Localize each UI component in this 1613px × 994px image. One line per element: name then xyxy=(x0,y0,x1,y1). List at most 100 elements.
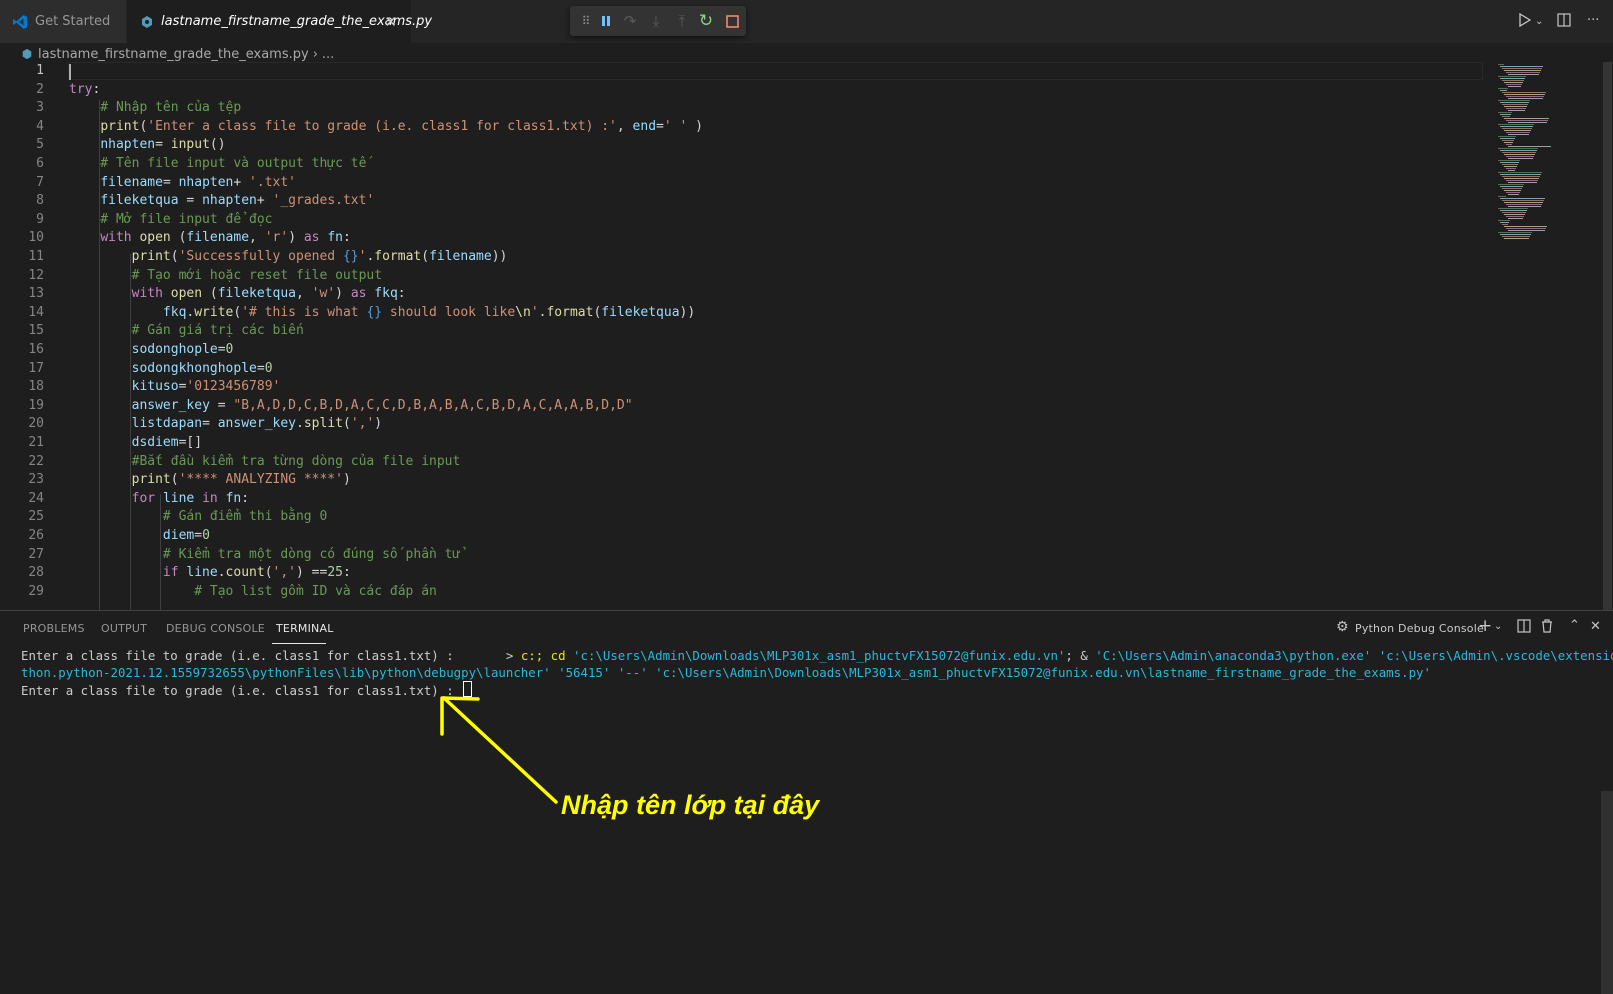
tab-output[interactable]: OUTPUT xyxy=(101,622,147,635)
code-token: # Gán giá trị các biến xyxy=(69,323,304,339)
trash-icon[interactable] xyxy=(1541,619,1553,637)
terminal-output[interactable]: Enter a class file to grade (i.e. class1… xyxy=(21,647,1613,698)
step-over-icon[interactable]: ↷ xyxy=(620,11,640,31)
tab-problems[interactable]: PROBLEMS xyxy=(23,622,85,635)
tab-python-file[interactable]: lastname_firstname_grade_the_exams.py ✕ xyxy=(127,0,432,43)
split-editor-icon[interactable] xyxy=(1557,13,1571,31)
minimap-line xyxy=(1506,156,1534,157)
add-terminal-icon[interactable]: + xyxy=(1478,616,1492,636)
minimap-line xyxy=(1500,114,1511,115)
code-token: , xyxy=(249,230,265,246)
split-terminal-icon[interactable] xyxy=(1517,619,1531,637)
tab-label: Get Started xyxy=(35,14,111,29)
run-icon[interactable] xyxy=(1519,12,1532,31)
code-token: ) xyxy=(687,118,703,134)
code-line: with open (fileketqua, 'w') as fkq: xyxy=(69,286,406,301)
code-line: print('Successfully opened {}'.format(fi… xyxy=(69,249,508,264)
more-actions-icon[interactable]: ··· xyxy=(1587,13,1599,28)
code-token: open xyxy=(170,286,203,302)
debug-toolbar: ⠿ ↷ ⤓ ⤒ ↻ xyxy=(570,6,746,36)
maximize-panel-icon[interactable]: ⌃ xyxy=(1569,618,1580,633)
line-number: 14 xyxy=(28,304,44,320)
close-icon[interactable]: ✕ xyxy=(1590,619,1601,634)
code-token: #Bắt đầu kiểm tra từng dòng của file inp… xyxy=(69,453,461,469)
minimap-line xyxy=(1498,136,1516,137)
breadcrumb-file[interactable]: lastname_firstname_grade_the_exams.py xyxy=(38,47,309,62)
code-token: fkq xyxy=(162,304,187,320)
terminal-scrollbar[interactable] xyxy=(1601,791,1613,994)
line-number: 8 xyxy=(36,193,44,209)
code-token: 0 xyxy=(264,360,273,376)
code-token: '# this is what xyxy=(241,304,367,320)
minimap-line xyxy=(1502,92,1546,93)
line-number: 2 xyxy=(36,81,44,97)
terminal-token: Enter a class file to grade (i.e. class1… xyxy=(21,683,462,698)
minimap-line xyxy=(1498,196,1506,197)
code-editor[interactable]: 1 2 3 4 5 6 7 8 9 10 11 12 13 14 15 16 17 18 19 20 21 22 23 24 2… xyxy=(0,62,1600,610)
minimap-line xyxy=(1508,230,1545,231)
python-file-icon xyxy=(21,48,33,60)
minimap-line xyxy=(1506,132,1530,133)
drag-handle-icon[interactable]: ⠿ xyxy=(576,11,596,31)
minimap[interactable] xyxy=(1494,62,1600,242)
code-token: ' xyxy=(530,304,539,320)
minimap-line xyxy=(1506,84,1522,85)
code-token: '0123456789' xyxy=(186,379,281,395)
restart-icon[interactable]: ↻ xyxy=(696,11,716,31)
code-token: '_grades.txt' xyxy=(272,193,375,209)
minimap-line xyxy=(1502,80,1524,81)
minimap-line xyxy=(1508,98,1543,99)
minimap-line xyxy=(1500,186,1523,187)
close-icon[interactable]: ✕ xyxy=(384,13,397,31)
step-out-icon[interactable]: ⤒ xyxy=(672,11,692,31)
minimap-line xyxy=(1500,138,1515,139)
tab-terminal[interactable]: TERMINAL xyxy=(276,622,334,635)
code-line: dsdiem=[] xyxy=(69,435,202,450)
terminal-line: Enter a class file to grade (i.e. class1… xyxy=(21,647,1613,664)
terminal-line: thon.python-2021.12.1559732655\pythonFil… xyxy=(21,664,1601,681)
code-line: # Nhập tên của tệp xyxy=(69,100,241,115)
minimap-line xyxy=(1502,200,1544,201)
minimap-line xyxy=(1504,130,1531,131)
code-token: ( xyxy=(202,286,218,302)
breadcrumb-ellipsis[interactable]: ... xyxy=(322,47,334,62)
code-token: = xyxy=(202,416,218,432)
code-token: count xyxy=(225,565,265,581)
editor-scrollbar-thumb[interactable] xyxy=(1603,62,1612,610)
annotation-label: Nhập tên lớp tại đây xyxy=(561,790,820,820)
pause-icon[interactable] xyxy=(596,11,616,31)
code-token: sodonghople xyxy=(131,342,218,357)
code-token: format xyxy=(374,249,422,264)
code-token: in xyxy=(202,490,218,506)
code-line: kituso='0123456789' xyxy=(69,379,281,395)
tab-get-started[interactable]: Get Started xyxy=(0,0,126,43)
code-token: fkq xyxy=(374,286,398,302)
terminal-token: 'c:\Users\Admin\Downloads\MLP301x_asm1_p… xyxy=(655,665,1431,680)
tab-debug-console[interactable]: DEBUG CONSOLE xyxy=(166,622,265,635)
code-token: fn xyxy=(327,230,343,246)
minimap-line xyxy=(1504,238,1529,239)
terminal-selector[interactable]: Python Debug Console xyxy=(1355,622,1484,635)
minimap-line xyxy=(1502,212,1526,213)
chevron-down-icon[interactable]: ⌄ xyxy=(1494,621,1502,632)
code-token: = xyxy=(178,193,203,209)
code-token: {} xyxy=(342,249,359,264)
code-line: for line in fn: xyxy=(69,491,249,506)
chevron-down-icon[interactable]: ⌄ xyxy=(1535,16,1543,27)
minimap-line xyxy=(1498,100,1530,101)
code-token: sodongkhonghople xyxy=(131,360,257,376)
code-token: = xyxy=(194,528,203,543)
step-into-icon[interactable]: ⤓ xyxy=(646,11,666,31)
code-token: ) xyxy=(374,416,383,432)
stop-icon[interactable] xyxy=(722,11,742,31)
code-line: with open (filename, 'r') as fn: xyxy=(69,230,351,245)
minimap-line xyxy=(1504,178,1539,179)
code-token: ' ' xyxy=(663,118,688,134)
code-token: fileketqua xyxy=(100,193,179,209)
code-token: "B,A,D,D,C,B,D,A,C,C,D,B,A,B,A,C,B,D,A,C… xyxy=(233,397,633,413)
minimap-line xyxy=(1502,116,1510,117)
